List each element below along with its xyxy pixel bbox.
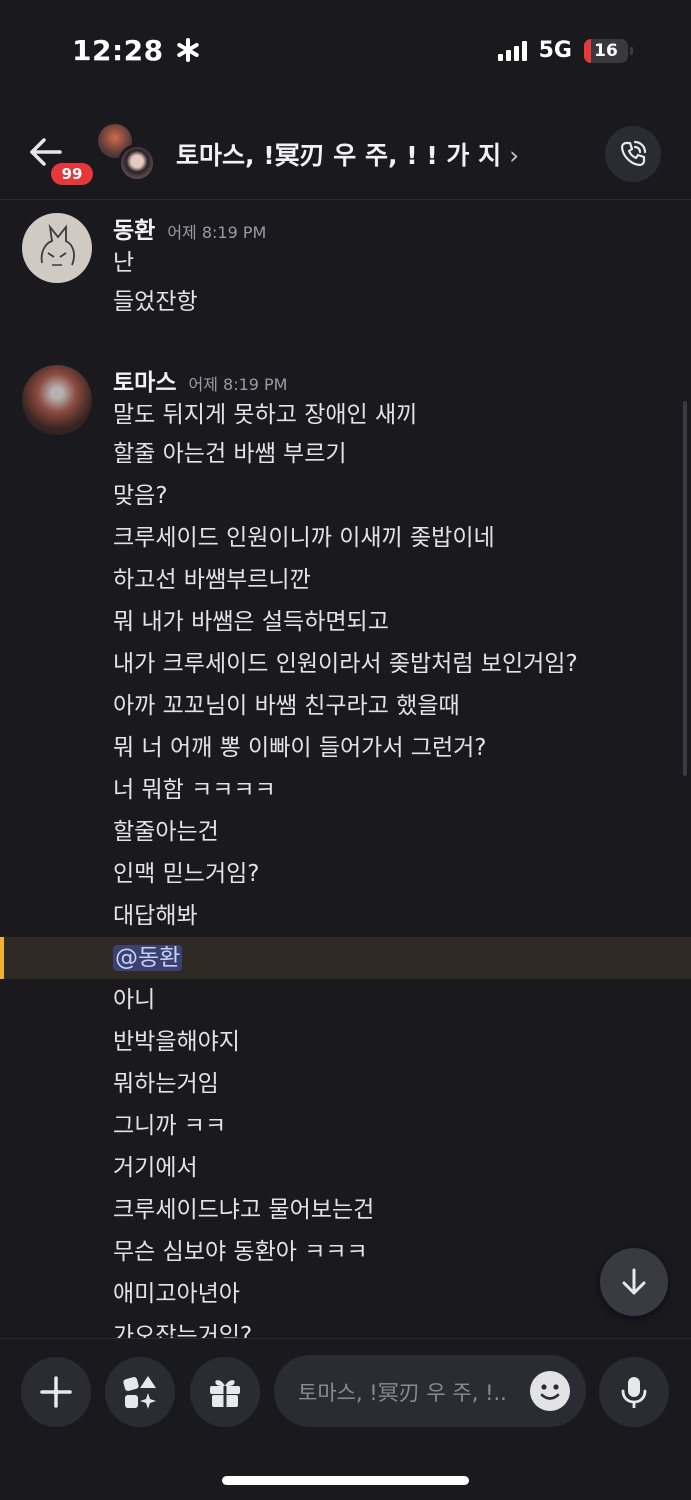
- message-line[interactable]: 거기에서: [113, 1147, 691, 1189]
- message-line[interactable]: 아까 꼬꼬님이 바쌤 친구라고 했을때: [113, 685, 691, 727]
- message-line[interactable]: 말도 뒤지게 못하고 장애인 새끼: [113, 397, 691, 433]
- chat-title-text: 토마스, !冥刃 우 주, ! ! 가 지: [176, 141, 502, 170]
- network-type: 5G: [538, 38, 572, 63]
- jump-to-latest-button[interactable]: [600, 1248, 668, 1316]
- phone-call-icon: [620, 140, 647, 167]
- status-time: 12:28: [72, 34, 200, 67]
- emoji-smile-icon: [540, 1384, 560, 1400]
- message-author[interactable]: 동환: [113, 211, 155, 245]
- message-line[interactable]: 반박을해야지: [113, 1021, 691, 1063]
- message-input-placeholder: 토마스, !冥刃 우 주, !..: [298, 1381, 507, 1405]
- message-line[interactable]: 할줄아는건: [113, 811, 691, 853]
- microphone-icon: [621, 1377, 647, 1408]
- message-line[interactable]: 하고선 바쌤부르니깐: [113, 559, 691, 601]
- message-timestamp: 어제 8:19 PM: [167, 223, 267, 242]
- message-line[interactable]: 인맥 믿느거임?: [113, 853, 691, 895]
- message-line[interactable]: 뭐 너 어깨 뽕 이빠이 들어가서 그런거?: [113, 727, 691, 769]
- battery-icon: 16: [584, 38, 628, 63]
- user-mention[interactable]: @동환: [113, 945, 183, 971]
- avatar[interactable]: [22, 365, 92, 435]
- apps-icon: [123, 1376, 156, 1409]
- attach-button[interactable]: [21, 1357, 91, 1427]
- gift-button[interactable]: [190, 1357, 260, 1427]
- gift-icon: [210, 1380, 240, 1407]
- chevron-right-icon: ›: [509, 141, 520, 170]
- arrow-down-icon: [622, 1268, 646, 1295]
- group-avatar[interactable]: [98, 124, 160, 186]
- emoji-button[interactable]: [530, 1371, 570, 1411]
- message-line[interactable]: 내가 크루세이드 인원이라서 좆밥처럼 보인거임?: [113, 643, 691, 685]
- asterisk-icon: [177, 38, 199, 62]
- message-input[interactable]: 토마스, !冥刃 우 주, !..: [274, 1355, 586, 1427]
- message-author[interactable]: 토마스: [113, 363, 176, 397]
- message-line[interactable]: 할줄 아는건 바쌤 부르기: [113, 433, 691, 475]
- unread-badge: 99: [48, 160, 96, 188]
- chat-header: 99 토마스, !冥刃 우 주, ! ! 가 지 ›: [0, 110, 691, 200]
- message-line[interactable]: 대답해봐: [113, 895, 691, 937]
- chat-title[interactable]: 토마스, !冥刃 우 주, ! ! 가 지 ›: [176, 136, 519, 172]
- member-avatar: [118, 144, 156, 182]
- home-indicator[interactable]: [222, 1476, 469, 1485]
- battery-level: 16: [594, 40, 618, 61]
- cellular-signal-icon: [497, 40, 527, 61]
- cat-avatar-icon: [40, 223, 75, 266]
- message-line[interactable]: 뭐 내가 바쌤은 설득하면되고: [113, 601, 691, 643]
- status-bar: 12:28 5G 16: [0, 0, 691, 100]
- message-line[interactable]: 뭐하는거임: [113, 1063, 691, 1105]
- message-line[interactable]: 크루세이드 인원이니까 이새끼 좆밥이네: [113, 517, 691, 559]
- message-line[interactable]: 크루세이드냐고 물어보는건: [113, 1189, 691, 1231]
- message-list[interactable]: 동환 어제 8:19 PM 난 들었잔항 토마스 어제 8:19 PM 말도 뒤…: [0, 201, 691, 1338]
- message-group: 토마스 어제 8:19 PM 말도 뒤지게 못하고 장애인 새끼 할줄 아는건 …: [0, 363, 691, 1338]
- message-line[interactable]: 가오잡는거임?: [113, 1315, 691, 1338]
- message-line[interactable]: 아니: [113, 979, 691, 1021]
- message-line[interactable]: 맞음?: [113, 475, 691, 517]
- avatar[interactable]: [22, 213, 92, 283]
- message-group: 동환 어제 8:19 PM 난 들었잔항: [0, 211, 691, 323]
- message-line[interactable]: 들었잔항: [113, 281, 691, 323]
- message-line[interactable]: 너 뭐함 ㅋㅋㅋㅋ: [113, 769, 691, 811]
- message-timestamp: 어제 8:19 PM: [188, 375, 288, 394]
- voice-message-button[interactable]: [599, 1357, 669, 1427]
- message-line[interactable]: 난: [113, 245, 691, 281]
- plus-icon: [40, 1376, 72, 1408]
- call-button[interactable]: [605, 126, 661, 182]
- mention-line[interactable]: @동환: [0, 937, 691, 979]
- apps-button[interactable]: [105, 1357, 175, 1427]
- message-line[interactable]: 그니까 ㅋㅋ: [113, 1105, 691, 1147]
